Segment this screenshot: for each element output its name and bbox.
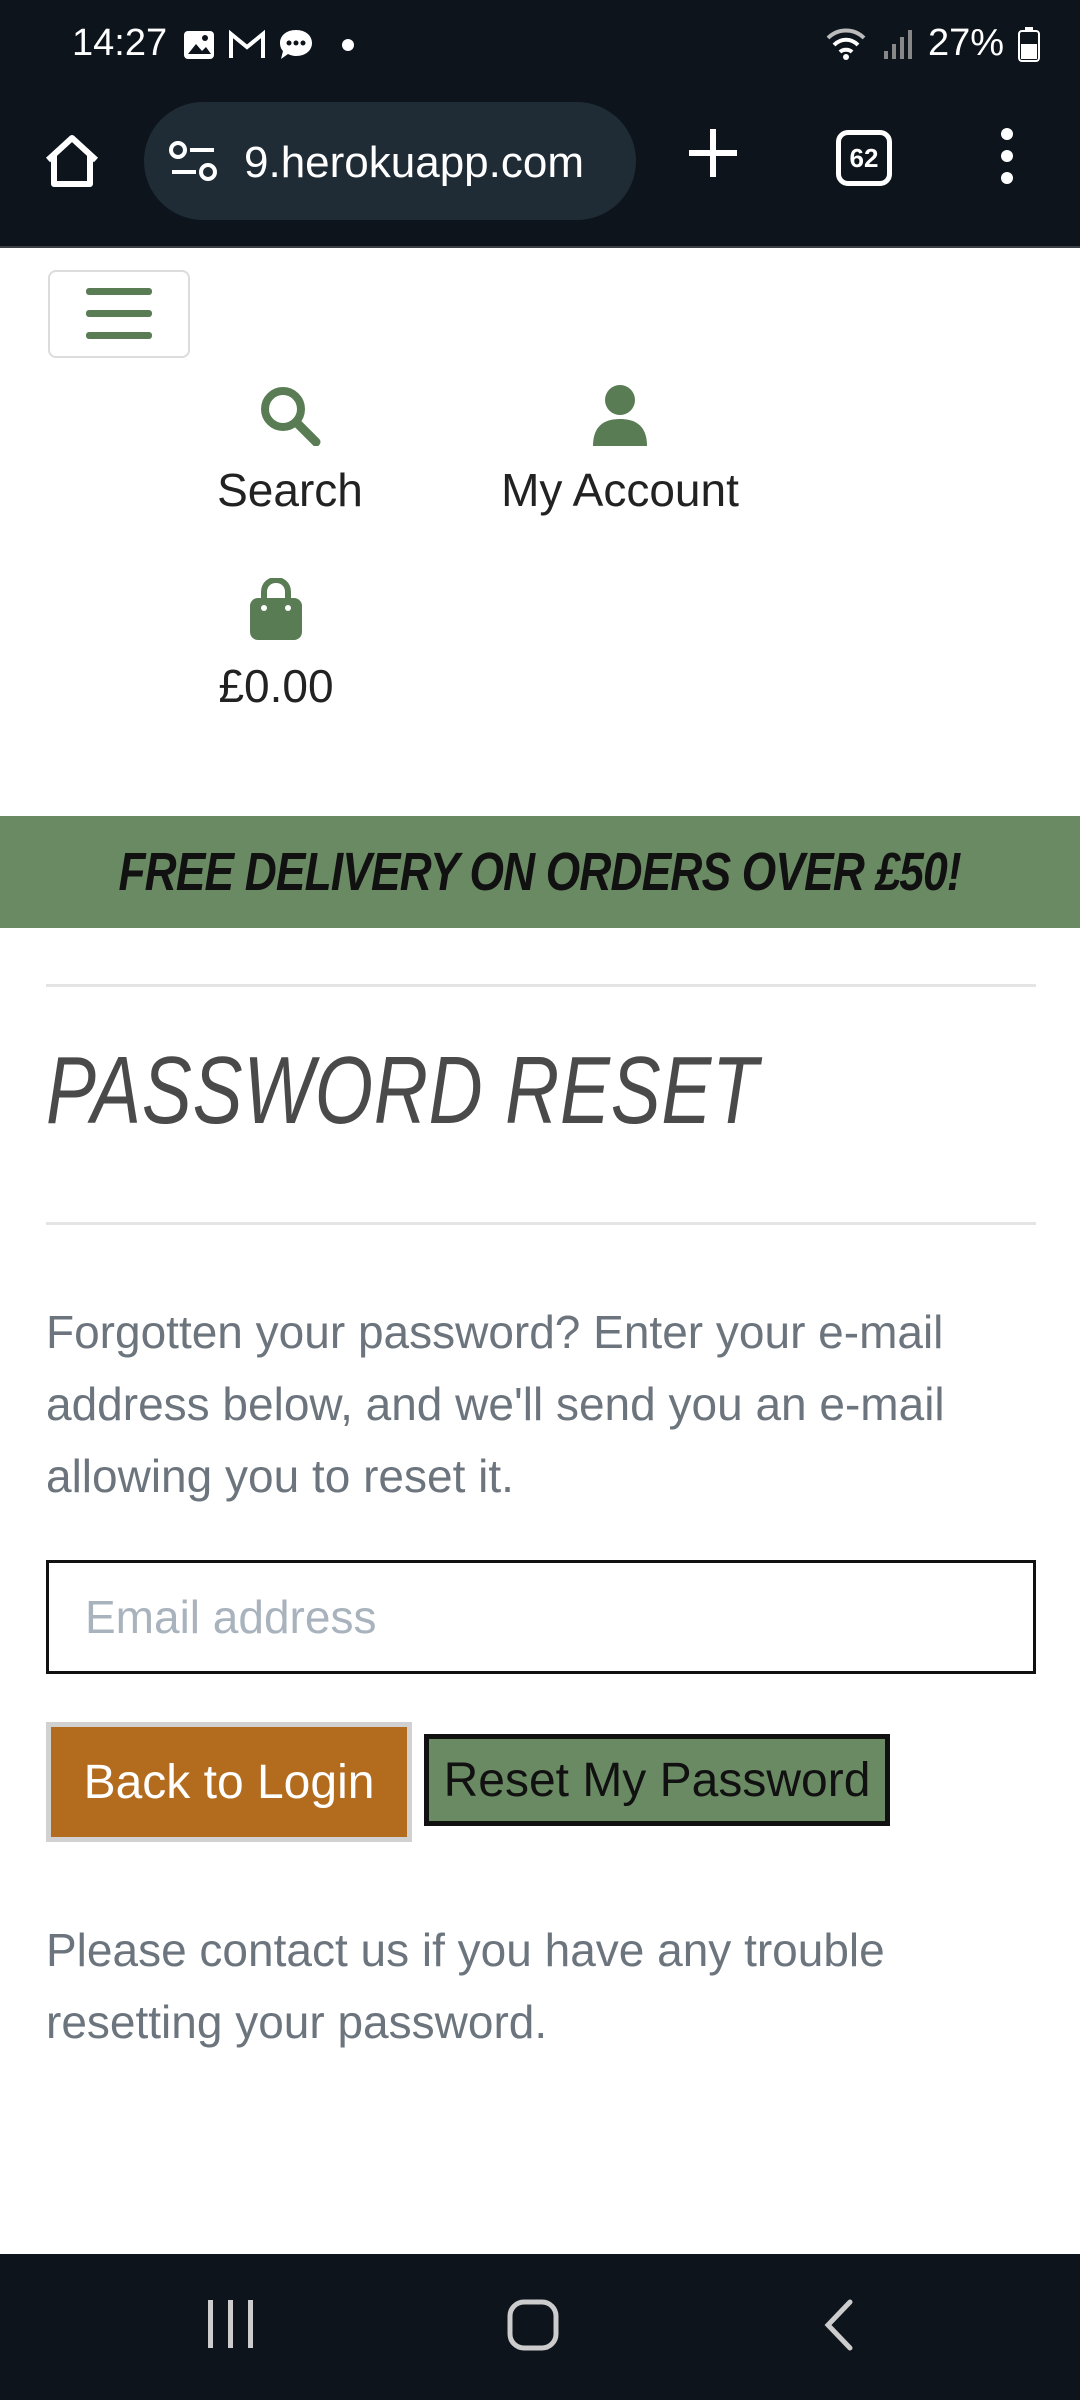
contact-note: Please contact us if you have any troubl…: [46, 1924, 885, 2048]
recent-apps-icon[interactable]: [206, 2298, 256, 2350]
back-nav-icon[interactable]: [818, 2298, 858, 2352]
hamburger-icon: [86, 288, 152, 339]
search-icon: [261, 387, 321, 447]
system-nav-bar: [0, 2254, 1080, 2400]
email-field[interactable]: [46, 1560, 1036, 1674]
delivery-banner-text: FREE DELIVERY ON ORDERS OVER £50!: [118, 842, 962, 902]
nav-bag-link[interactable]: £0.00: [196, 576, 356, 713]
nav-search-link[interactable]: Search: [200, 384, 380, 517]
plus-icon[interactable]: [686, 126, 740, 180]
bag-icon: [250, 576, 302, 640]
address-bar[interactable]: 9.herokuapp.com: [144, 102, 636, 220]
battery-icon: [1018, 26, 1040, 62]
nav-account-link[interactable]: My Account: [480, 384, 760, 517]
site-info-icon[interactable]: [168, 140, 220, 184]
user-icon: [593, 385, 647, 446]
dot-icon: [342, 39, 354, 51]
delivery-banner: FREE DELIVERY ON ORDERS OVER £50!: [0, 816, 1080, 928]
home-icon[interactable]: [40, 128, 104, 192]
reset-password-button[interactable]: Reset My Password: [424, 1734, 890, 1826]
status-right: 27%: [824, 22, 1040, 65]
divider-top: [46, 984, 1036, 987]
messages-icon: [280, 30, 312, 59]
nav-account-label: My Account: [501, 464, 739, 516]
nav-toggle-button[interactable]: [48, 270, 190, 358]
wifi-icon: [826, 28, 866, 60]
browser-toolbar: 9.herokuapp.com 62: [0, 96, 1080, 248]
page-title: PASSWORD RESET: [46, 1037, 759, 1144]
status-bar: 14:27 27%: [0, 0, 1080, 96]
nav-search-label: Search: [217, 464, 363, 516]
notification-icons: [182, 28, 360, 62]
gmail-icon: [229, 29, 265, 58]
divider-bottom: [46, 1222, 1036, 1225]
home-nav-icon[interactable]: [506, 2298, 562, 2352]
battery-percent: 27%: [927, 22, 1004, 64]
gallery-icon: [184, 31, 214, 59]
status-time: 14:27: [72, 22, 168, 64]
bag-total: £0.00: [218, 660, 334, 712]
back-to-login-button[interactable]: Back to Login: [46, 1722, 412, 1842]
tabs-icon[interactable]: 62: [836, 130, 892, 186]
more-icon[interactable]: [994, 126, 1020, 186]
intro-text: Forgotten your password? Enter your e-ma…: [46, 1306, 945, 1502]
signal-icon: [883, 29, 912, 59]
tab-count: 62: [849, 142, 879, 173]
url-text: 9.herokuapp.com: [244, 138, 584, 187]
